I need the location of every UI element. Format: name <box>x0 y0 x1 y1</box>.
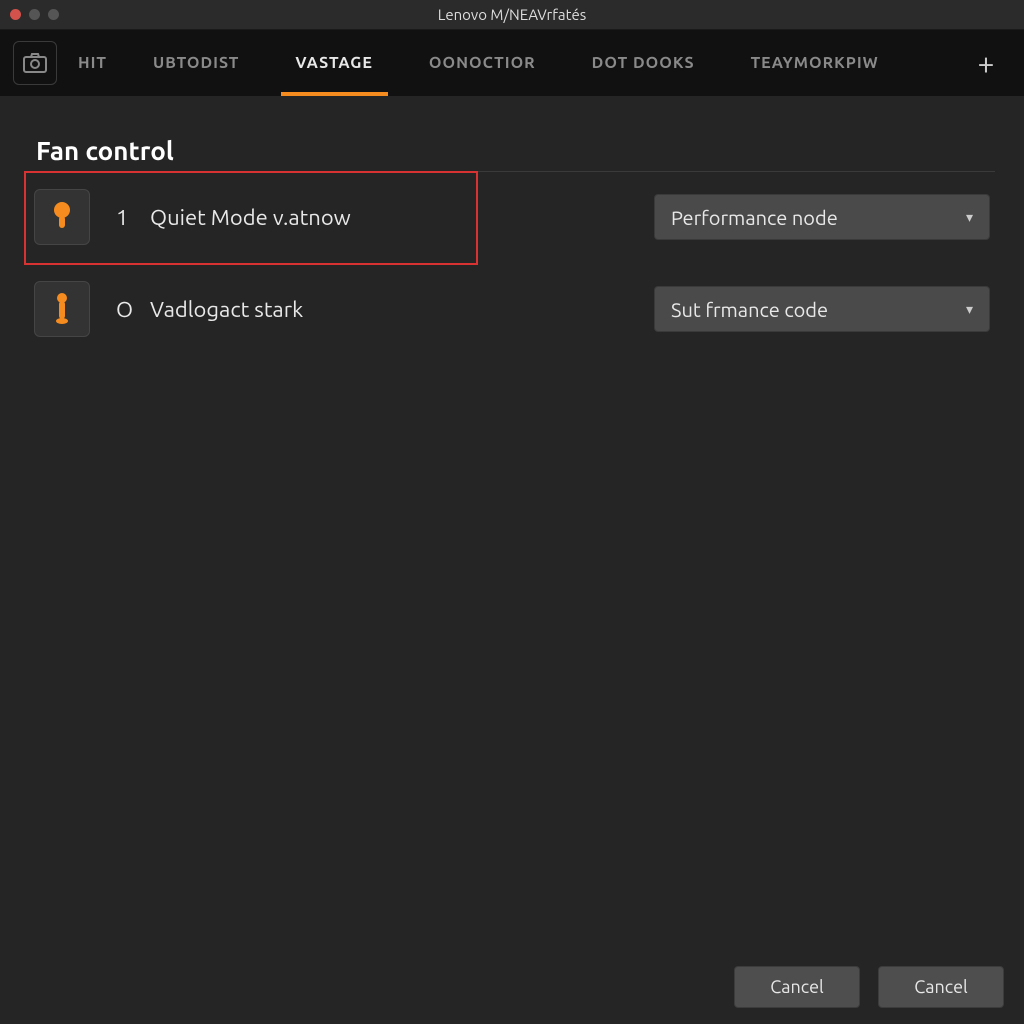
chevron-down-icon: ▾ <box>966 209 973 226</box>
tab-bar: HIT UBTODIST VASTAGE OONOCTIOR DOT DOOKS… <box>0 30 1024 96</box>
mode-select-value: Sut frmance code <box>671 298 828 321</box>
add-tab-button[interactable]: + <box>958 30 1014 96</box>
row-icon-tile <box>34 189 90 245</box>
row-icon-tile <box>34 281 90 337</box>
row-index: O <box>116 297 150 322</box>
tab-camera-button[interactable] <box>10 30 60 96</box>
mode-select[interactable]: Performance node ▾ <box>654 194 990 240</box>
section-title: Fan control <box>36 136 1000 165</box>
tab-ubtodist[interactable]: UBTODIST <box>125 30 267 96</box>
fan-mode-row[interactable]: 1 Quiet Mode v.atnow Performance node ▾ <box>24 183 1000 251</box>
row-label: Quiet Mode v.atnow <box>150 205 351 230</box>
row-label: Vadlogact stark <box>150 297 303 322</box>
tab-teaymorkpiw[interactable]: TEAYMORKPIW <box>723 30 907 96</box>
cancel-button[interactable]: Cancel <box>734 966 860 1008</box>
cancel-button-2[interactable]: Cancel <box>878 966 1004 1008</box>
mode-select[interactable]: Sut frmance code ▾ <box>654 286 990 332</box>
row-index: 1 <box>116 205 150 230</box>
tab-dot-dooks[interactable]: DOT DOOKS <box>564 30 723 96</box>
chevron-down-icon: ▾ <box>966 301 973 318</box>
tab-oonoctior[interactable]: OONOCTIOR <box>401 30 564 96</box>
tab-vastage[interactable]: VASTAGE <box>267 30 401 96</box>
close-window-dot[interactable] <box>10 9 21 20</box>
divider <box>464 171 995 172</box>
bulb-icon <box>52 200 72 234</box>
mode-select-value: Performance node <box>671 206 838 229</box>
camera-icon <box>13 41 57 85</box>
footer: Cancel Cancel <box>734 966 1004 1008</box>
tab-hit[interactable]: HIT <box>60 30 125 96</box>
window-controls <box>0 9 59 20</box>
content-area: Fan control 1 Quiet Mode v.atnow Perform… <box>0 96 1024 343</box>
window-title: Lenovo M/NEAVrfatés <box>0 6 1024 23</box>
maximize-window-dot[interactable] <box>48 9 59 20</box>
fan-mode-row[interactable]: O Vadlogact stark Sut frmance code ▾ <box>24 275 1000 343</box>
pin-icon <box>52 291 72 327</box>
titlebar: Lenovo M/NEAVrfatés <box>0 0 1024 30</box>
minimize-window-dot[interactable] <box>29 9 40 20</box>
